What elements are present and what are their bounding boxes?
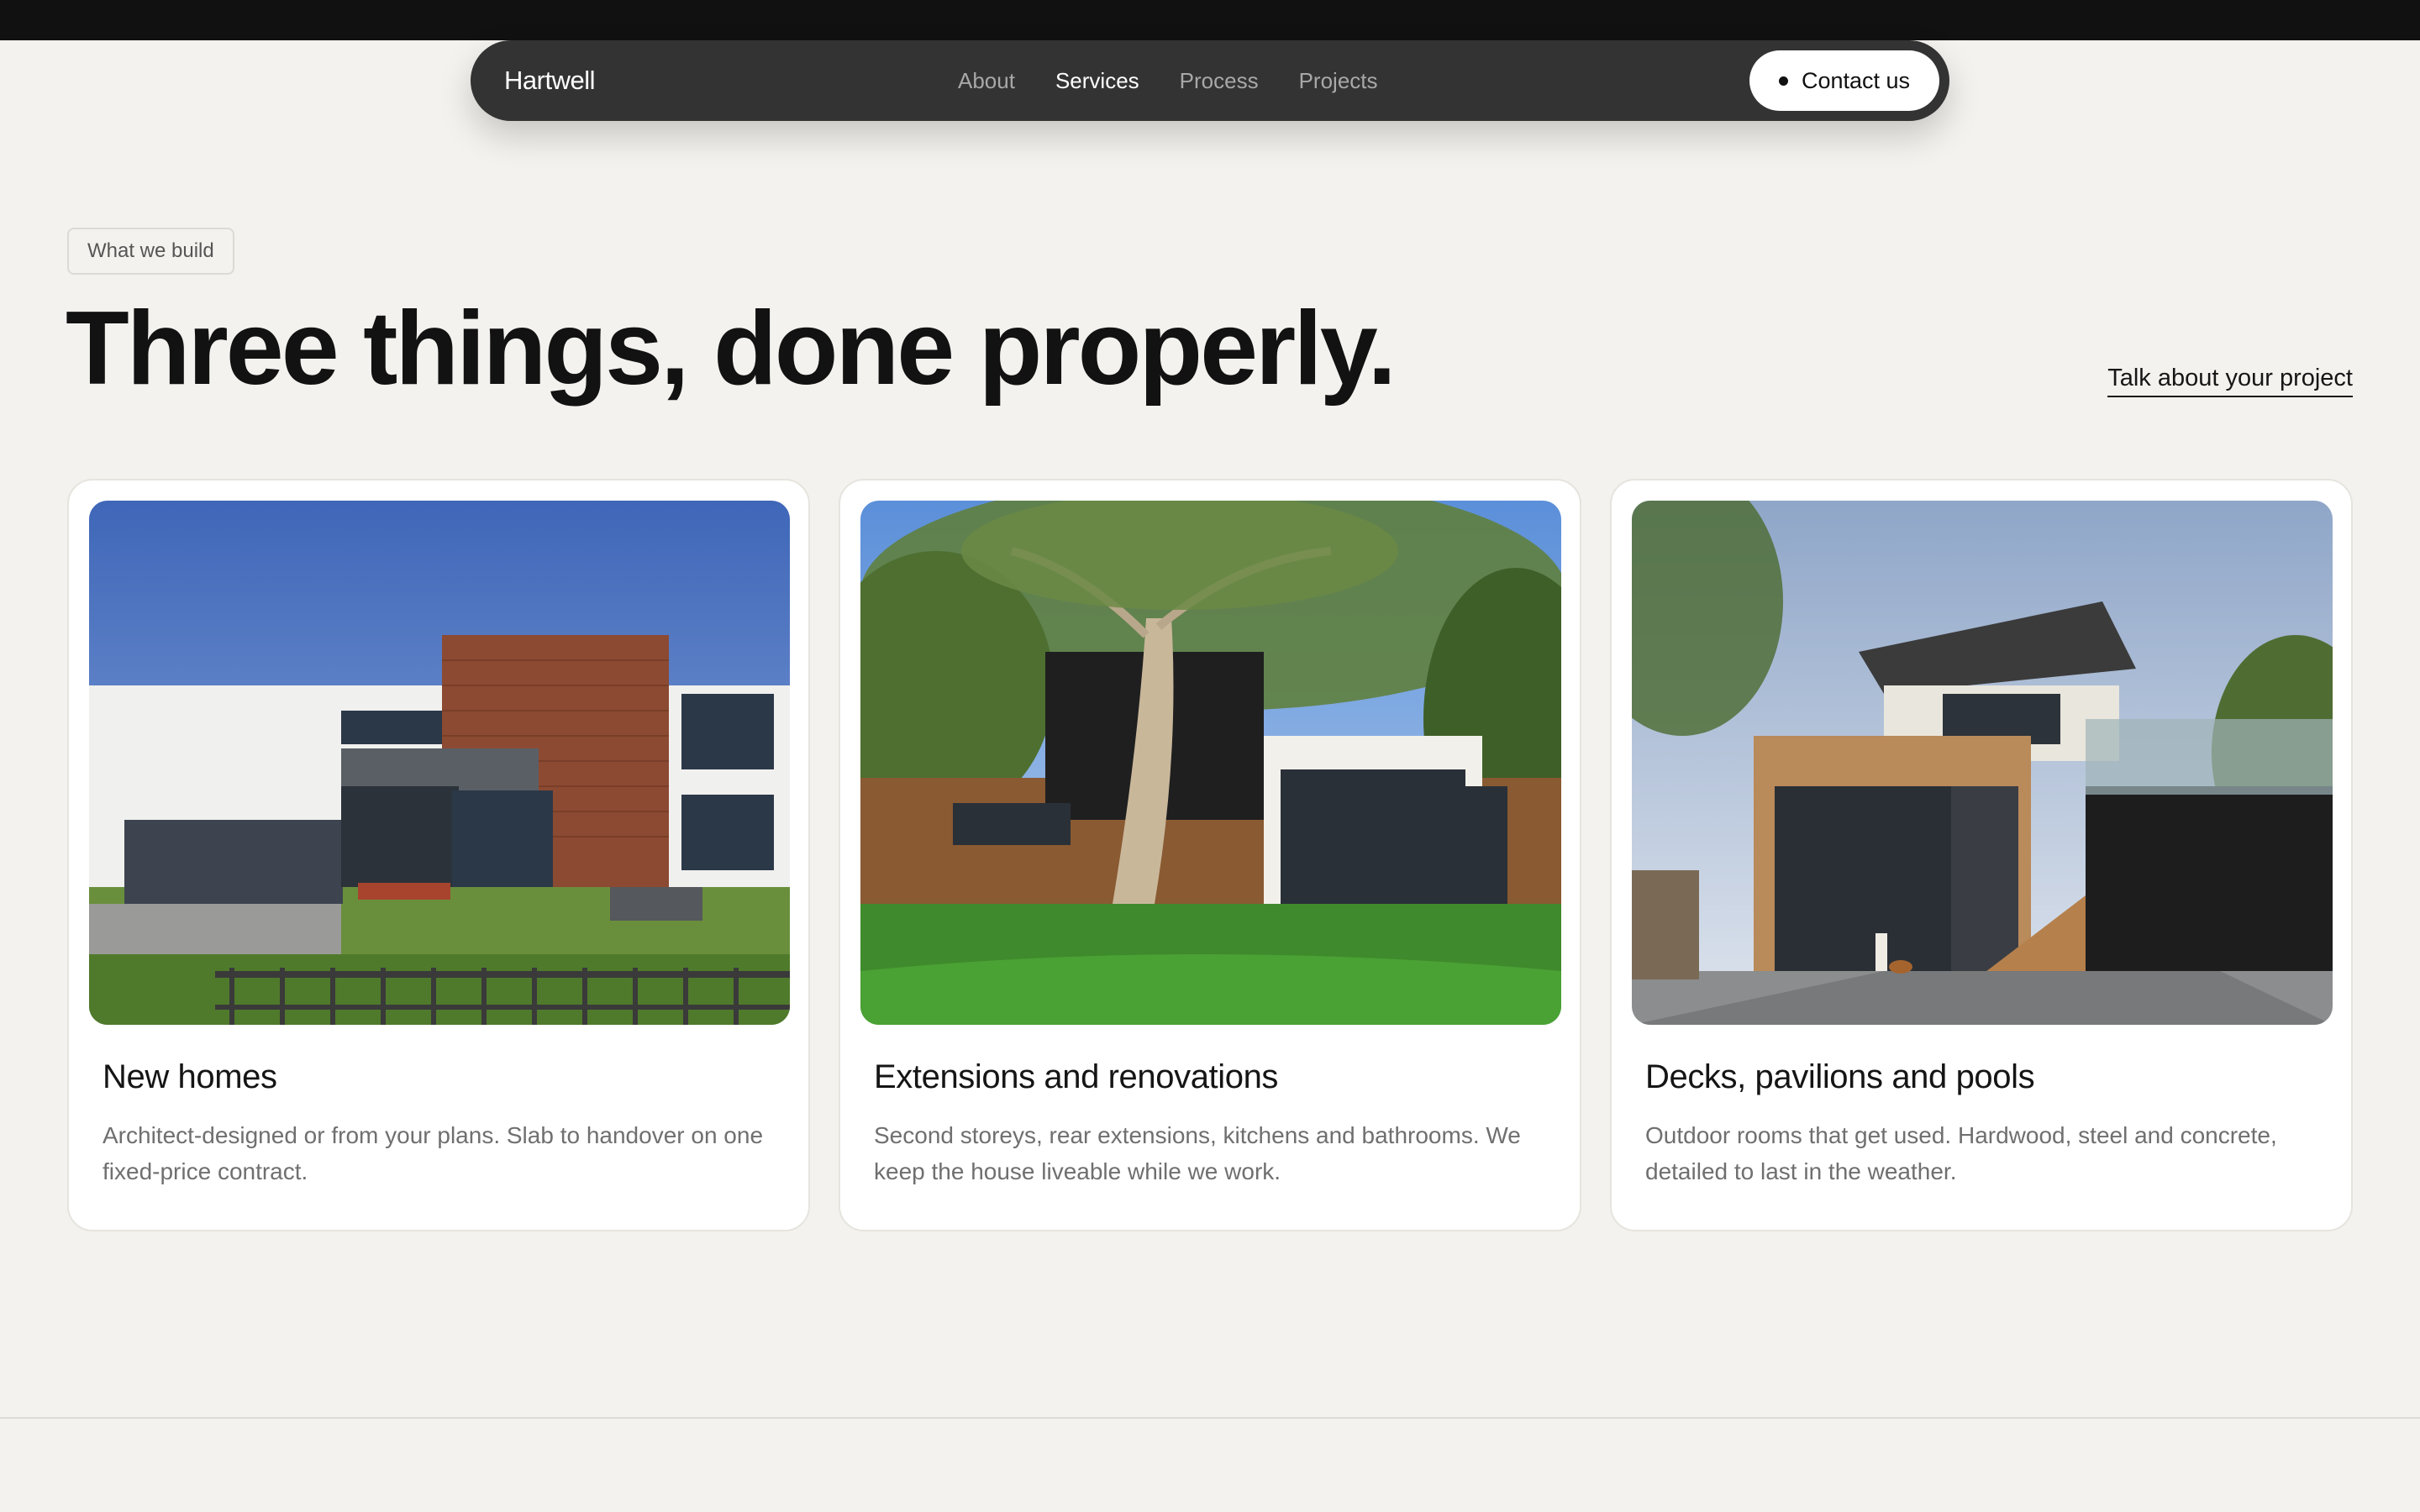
card-description: Outdoor rooms that get used. Hardwood, s…	[1645, 1122, 2277, 1184]
browser-top-bar	[0, 0, 2420, 40]
card-description: Second storeys, rear extensions, kitchen…	[874, 1122, 1521, 1184]
contact-us-label: Contact us	[1801, 67, 1911, 93]
new-homes-photo	[89, 501, 790, 1025]
main-navigation: Hartwell About Services Process Projects…	[471, 40, 1949, 121]
nav-links: About Services Process Projects	[958, 40, 1378, 121]
card-title: Decks, pavilions and pools	[1645, 1058, 2035, 1095]
nav-item-projects[interactable]: Projects	[1299, 68, 1378, 94]
talk-about-project-link[interactable]: Talk about your project	[2107, 365, 2353, 397]
service-card-new-homes[interactable]: New homes Architect-designed or from you…	[67, 479, 810, 1231]
brand-logo[interactable]: Hartwell	[504, 40, 595, 121]
section-divider	[0, 1417, 2420, 1419]
contact-us-button[interactable]: Contact us	[1749, 50, 1939, 111]
timber-house-illustration	[1632, 501, 2333, 1025]
card-description: Architect-designed or from your plans. S…	[103, 1122, 764, 1184]
service-card-decks[interactable]: Decks, pavilions and pools Outdoor rooms…	[1610, 479, 2353, 1231]
services-cards: New homes Architect-designed or from you…	[67, 479, 2353, 1231]
decks-photo	[1632, 501, 2333, 1025]
section-headline: Three things, done properly.	[66, 291, 1397, 407]
dot-icon	[1778, 76, 1788, 86]
extension-house-illustration	[860, 501, 1561, 1025]
card-title: Extensions and renovations	[874, 1058, 1279, 1095]
extensions-photo	[860, 501, 1561, 1025]
card-title: New homes	[103, 1058, 277, 1095]
modern-house-illustration	[89, 501, 790, 1025]
nav-item-process[interactable]: Process	[1180, 68, 1259, 94]
section-tag: What we build	[67, 228, 234, 275]
nav-item-services[interactable]: Services	[1055, 68, 1139, 94]
nav-item-about[interactable]: About	[958, 68, 1015, 94]
service-card-extensions[interactable]: Extensions and renovations Second storey…	[839, 479, 1581, 1231]
